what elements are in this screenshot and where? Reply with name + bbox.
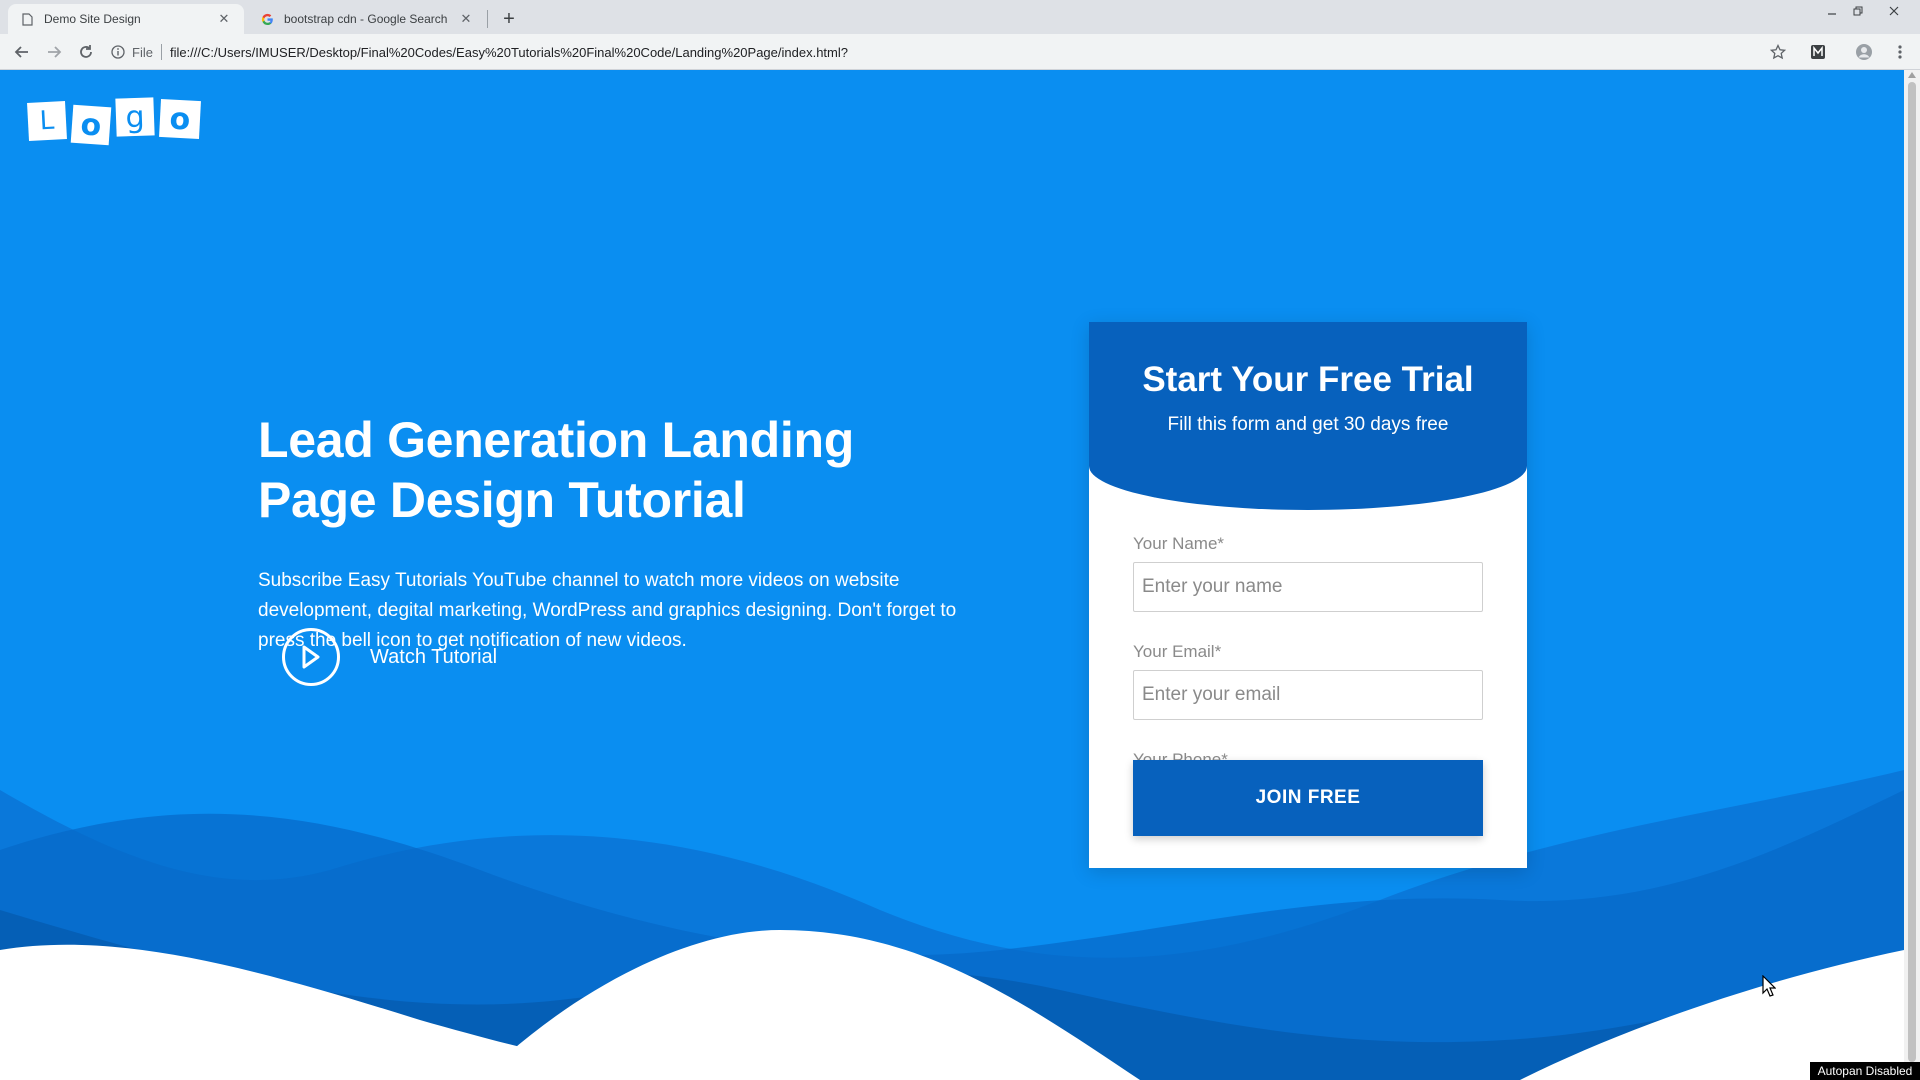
email-input[interactable]	[1133, 670, 1483, 720]
watch-tutorial-link[interactable]: Watch Tutorial	[282, 628, 497, 686]
close-icon[interactable]: ✕	[216, 11, 232, 27]
tab-title: Demo Site Design	[44, 12, 141, 26]
scroll-up-arrow-icon[interactable]	[1908, 72, 1916, 78]
minimize-icon[interactable]	[1818, 0, 1846, 22]
profile-avatar-icon[interactable]	[1852, 40, 1876, 64]
site-logo[interactable]: L o g o	[27, 97, 201, 146]
info-icon[interactable]	[110, 44, 126, 60]
close-icon[interactable]: ✕	[458, 11, 474, 27]
logo-letter: o	[159, 98, 201, 140]
form-subtitle: Fill this form and get 30 days free	[1167, 414, 1449, 435]
page-viewport: L o g o Lead Generation Landing Page Des…	[0, 70, 1904, 1080]
tab-divider	[487, 10, 488, 28]
watch-tutorial-label: Watch Tutorial	[370, 645, 498, 668]
restore-icon[interactable]	[1844, 0, 1872, 22]
tab-title: bootstrap cdn - Google Search	[284, 12, 448, 26]
mouse-cursor-icon	[1762, 974, 1777, 1002]
hero-title: Lead Generation Landing Page Design Tuto…	[258, 412, 854, 528]
kebab-menu-icon[interactable]	[1888, 40, 1912, 64]
signup-card-header: Start Your Free Trial Fill this form and…	[1089, 322, 1527, 510]
omnibox-divider	[160, 44, 162, 60]
back-arrow-icon[interactable]	[10, 40, 34, 64]
url-text: file:///C:/Users/IMUSER/Desktop/Final%20…	[169, 44, 848, 60]
new-tab-plus-icon[interactable]: +	[496, 6, 522, 32]
window-close-icon[interactable]	[1880, 0, 1908, 22]
scheme-label: File	[132, 44, 153, 60]
name-input[interactable]	[1133, 562, 1483, 612]
tab-strip: Demo Site Design ✕ bootstrap cdn - Googl…	[0, 0, 1920, 34]
scroll-thumb[interactable]	[1908, 82, 1916, 1062]
join-free-button[interactable]: JOIN FREE	[1133, 760, 1483, 836]
logo-letter: o	[70, 104, 112, 146]
email-label: Your Email*	[1133, 642, 1222, 661]
autopan-status: Autopan Disabled	[1810, 1062, 1920, 1080]
forward-arrow-icon[interactable]	[42, 40, 66, 64]
logo-letter: L	[27, 101, 67, 141]
tab-demo-site-design[interactable]: Demo Site Design ✕	[8, 4, 244, 34]
form-title: Start Your Free Trial	[1142, 360, 1474, 399]
logo-letter: g	[115, 97, 155, 137]
reload-icon[interactable]	[74, 40, 98, 64]
extension-icon[interactable]	[1806, 40, 1830, 64]
page-icon	[20, 12, 34, 26]
name-label: Your Name*	[1133, 534, 1225, 553]
star-icon[interactable]	[1766, 40, 1790, 64]
browser-toolbar: File file:///C:/Users/IMUSER/Desktop/Fin…	[0, 34, 1920, 70]
hero-section: Lead Generation Landing Page Design Tuto…	[258, 410, 958, 656]
vertical-scrollbar[interactable]	[1904, 70, 1920, 1080]
google-icon	[260, 12, 274, 26]
address-bar[interactable]: File file:///C:/Users/IMUSER/Desktop/Fin…	[110, 38, 1790, 66]
play-icon[interactable]	[282, 628, 340, 686]
tab-bootstrap-cdn[interactable]: bootstrap cdn - Google Search ✕	[248, 4, 486, 34]
